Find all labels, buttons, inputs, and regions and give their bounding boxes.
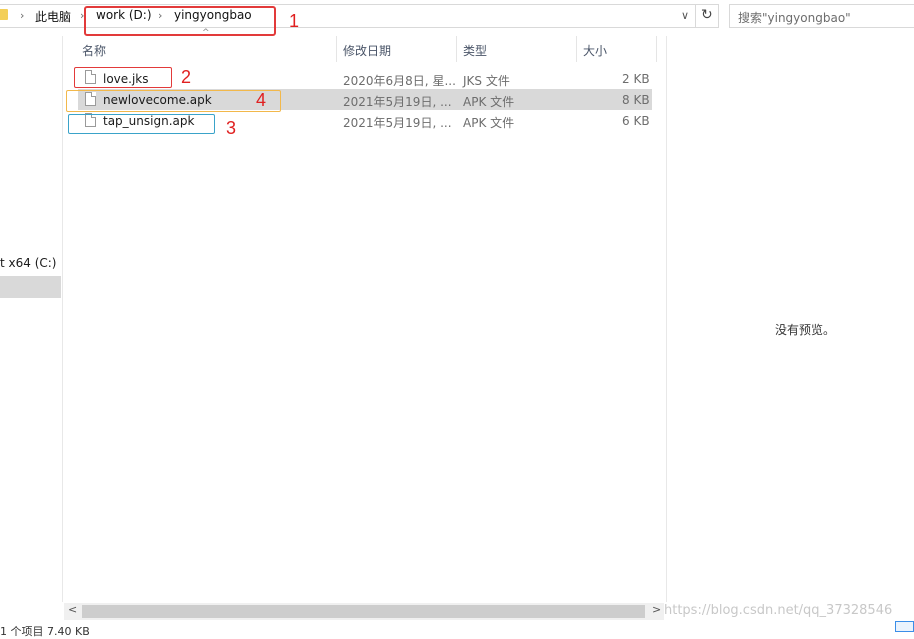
- column-divider[interactable]: [576, 36, 577, 62]
- annotation-box-3: [68, 114, 215, 134]
- watermark-text: https://blog.csdn.net/qq_37328546: [664, 603, 893, 618]
- file-date: 2021年5月19日, ...: [343, 95, 452, 109]
- column-divider[interactable]: [456, 36, 457, 62]
- column-header-type[interactable]: 类型: [463, 42, 487, 59]
- status-bar-text: 1 个项目 7.40 KB: [0, 625, 90, 638]
- annotation-box-4: [66, 90, 281, 112]
- refresh-icon[interactable]: ↻: [701, 7, 713, 23]
- column-header-date[interactable]: 修改日期: [343, 42, 391, 59]
- column-header-size[interactable]: 大小: [583, 42, 607, 59]
- scroll-left-icon[interactable]: <: [68, 603, 77, 616]
- navigation-pane[interactable]: [0, 36, 63, 602]
- file-type: APK 文件: [463, 116, 515, 130]
- annotation-box-2: [74, 67, 172, 88]
- preview-pane: [666, 36, 914, 602]
- file-date: 2021年5月19日, ...: [343, 116, 452, 130]
- file-size: 6 KB: [622, 114, 650, 128]
- annotation-number-2: 2: [181, 67, 192, 87]
- annotation-box-1: [84, 6, 276, 36]
- column-divider[interactable]: [336, 36, 337, 62]
- nav-item-selected[interactable]: [0, 276, 61, 298]
- annotation-number-1: 1: [289, 11, 300, 31]
- column-header-name[interactable]: 名称: [82, 42, 106, 59]
- file-type: JKS 文件: [463, 74, 510, 88]
- scrollbar-thumb[interactable]: [82, 605, 645, 618]
- preview-message: 没有预览。: [775, 323, 836, 337]
- breadcrumb-separator: ›: [20, 9, 25, 22]
- sort-arrow-icon: ^: [202, 28, 210, 38]
- annotation-number-4: 4: [256, 90, 267, 110]
- column-divider[interactable]: [656, 36, 657, 62]
- nav-item-drive-c[interactable]: t x64 (C:): [0, 256, 57, 270]
- file-size: 2 KB: [622, 72, 650, 86]
- annotation-number-3: 3: [226, 118, 237, 138]
- file-type: APK 文件: [463, 95, 515, 109]
- search-placeholder: 搜索"yingyongbao": [738, 11, 851, 25]
- folder-icon: [0, 9, 8, 20]
- address-history-chevron-icon[interactable]: ∨: [681, 9, 689, 22]
- file-date: 2020年6月8日, 星...: [343, 74, 456, 88]
- details-view-icon[interactable]: [895, 621, 914, 632]
- breadcrumb-this-pc[interactable]: 此电脑: [35, 8, 71, 25]
- scroll-right-icon[interactable]: >: [652, 603, 661, 616]
- file-size: 8 KB: [622, 93, 650, 107]
